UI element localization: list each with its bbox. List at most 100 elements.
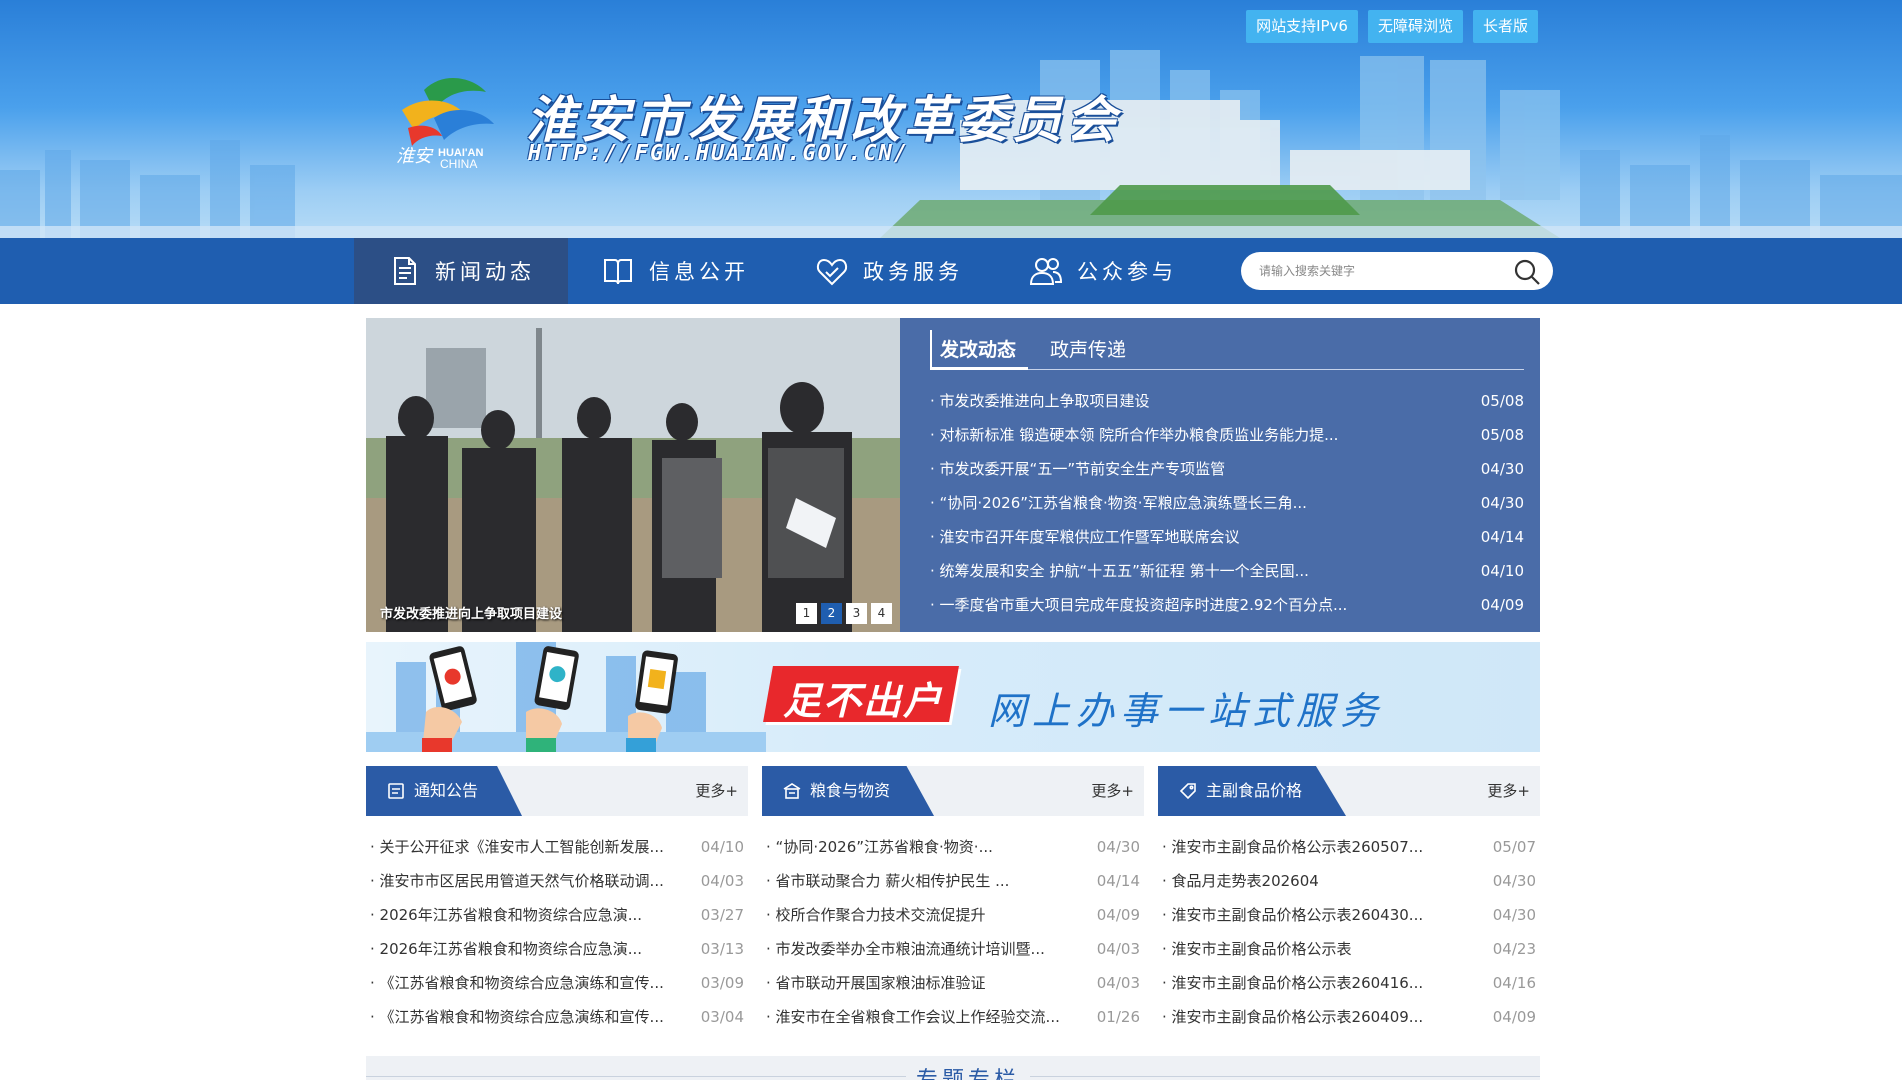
column-title-label: 通知公告 — [414, 781, 479, 800]
news-date: 04/09 — [1480, 596, 1524, 614]
item-title: 市发改委举办全市粮油流通统计培训暨... — [766, 932, 1045, 966]
item-title: 关于公开征求《淮安市人工智能创新发展... — [370, 830, 664, 864]
slide-dot[interactable]: 4 — [871, 603, 892, 624]
item-title: 淮安市主副食品价格公示表260507... — [1162, 830, 1424, 864]
slide-caption: 市发改委推进向上争取项目建设 — [380, 607, 563, 622]
item-title: 淮安市主副食品价格公示表 — [1162, 932, 1352, 966]
list-item[interactable]: 淮安市主副食品价格公示表260416... 04/16 — [1158, 966, 1540, 1000]
column-food-prices: 主副食品价格 更多+ 淮安市主副食品价格公示表260507... 05/07 食品… — [1158, 766, 1540, 1056]
item-date: 04/16 — [1492, 974, 1536, 992]
more-link[interactable]: 更多+ — [1487, 766, 1530, 816]
list-item[interactable]: 淮安市主副食品价格公示表 04/23 — [1158, 932, 1540, 966]
slide-photo[interactable] — [366, 318, 900, 632]
nav-item-gov-service[interactable]: 政务服务 — [782, 238, 996, 304]
main-content: 市发改委推进向上争取项目建设 1 2 3 4 发改动态 政声传递 市发改委推进向… — [352, 304, 1554, 1080]
price-tag-icon — [1179, 783, 1196, 800]
tab-gov-voice[interactable]: 政声传递 — [1038, 330, 1138, 370]
list-item[interactable]: 对标新标准 锻造硬本领 院所合作举办粮食质监业务能力提... 05/08 — [930, 418, 1524, 452]
slide-dot[interactable]: 1 — [796, 603, 817, 624]
list-item[interactable]: 2026年江苏省粮食和物资综合应急演... 03/13 — [366, 932, 748, 966]
nav-item-label: 信息公开 — [649, 260, 749, 284]
item-title: “协同·2026”江苏省粮食·物资·... — [766, 830, 993, 864]
nav-item-public[interactable]: 公众参与 — [996, 238, 1210, 304]
list-item[interactable]: 《江苏省粮食和物资综合应急演练和宣传... 03/04 — [366, 1000, 748, 1034]
search-icon[interactable] — [1513, 258, 1541, 286]
list-item[interactable]: 2026年江苏省粮食和物资综合应急演... 03/27 — [366, 898, 748, 932]
list-item[interactable]: 淮安市在全省粮食工作会议上作经验交流... 01/26 — [762, 1000, 1144, 1034]
nav-item-news[interactable]: 新闻动态 — [354, 238, 568, 304]
item-date: 04/30 — [1492, 906, 1536, 924]
accessibility-button[interactable]: 无障碍浏览 — [1367, 10, 1463, 43]
list-item[interactable]: 统筹发展和安全 护航“十五五”新征程 第十一个全民国... 04/10 — [930, 554, 1524, 588]
news-date: 04/30 — [1480, 460, 1524, 478]
tab-reform-news[interactable]: 发改动态 — [930, 330, 1029, 370]
item-date: 04/30 — [1096, 838, 1140, 856]
news-title: 一季度省市重大项目完成年度投资超序时进度2.92个百分点... — [930, 588, 1348, 622]
item-date: 04/03 — [1096, 940, 1140, 958]
item-date: 04/03 — [700, 872, 744, 890]
nav-item-label: 政务服务 — [863, 260, 963, 284]
list-item[interactable]: 《江苏省粮食和物资综合应急演练和宣传... 03/09 — [366, 966, 748, 1000]
list-item[interactable]: 淮安市召开年度军粮供应工作暨军地联席会议 04/14 — [930, 520, 1524, 554]
news-title: 统筹发展和安全 护航“十五五”新征程 第十一个全民国... — [930, 554, 1309, 588]
list-item[interactable]: 市发改委开展“五一”节前安全生产专项监管 04/30 — [930, 452, 1524, 486]
photo-slider[interactable]: 市发改委推进向上争取项目建设 1 2 3 4 — [366, 318, 900, 632]
site-url: HTTP://FGW.HUAIAN.GOV.CN/ — [528, 141, 910, 166]
main-nav: 新闻动态 信息公开 政务服务 公众参与 — [0, 238, 1902, 304]
list-item[interactable]: 食品月走势表202604 04/30 — [1158, 864, 1540, 898]
nav-item-info-open[interactable]: 信息公开 — [568, 238, 782, 304]
people-icon — [1029, 258, 1063, 285]
list-item[interactable]: 市发改委举办全市粮油流通统计培训暨... 04/03 — [762, 932, 1144, 966]
more-link[interactable]: 更多+ — [695, 766, 738, 816]
list-item[interactable]: 省市联动聚合力 薪火相传护民生 ... 04/14 — [762, 864, 1144, 898]
column-title[interactable]: 主副食品价格 — [1158, 766, 1347, 816]
item-date: 04/30 — [1492, 872, 1536, 890]
granary-icon — [783, 783, 801, 799]
handshake-heart-icon — [816, 258, 848, 286]
news-doc-icon — [394, 257, 416, 285]
item-date: 04/14 — [1096, 872, 1140, 890]
list-item[interactable]: 淮安市主副食品价格公示表260430... 04/30 — [1158, 898, 1540, 932]
list-item[interactable]: “协同·2026”江苏省粮食·物资·军粮应急演练暨长三角... 04/30 — [930, 486, 1524, 520]
item-title: 《江苏省粮食和物资综合应急演练和宣传... — [370, 1000, 664, 1034]
online-service-banner[interactable]: 足不出户 网上办事一站式服务 — [366, 642, 1540, 752]
slide-dot-active[interactable]: 2 — [821, 603, 842, 624]
column-header: 粮食与物资 更多+ — [762, 766, 1144, 816]
column-list: 关于公开征求《淮安市人工智能创新发展... 04/10 淮安市市区居民用管道天然气… — [366, 830, 748, 1034]
slide-dot[interactable]: 3 — [846, 603, 867, 624]
more-link[interactable]: 更多+ — [1091, 766, 1134, 816]
list-item[interactable]: 淮安市市区居民用管道天然气价格联动调... 04/03 — [366, 864, 748, 898]
list-item[interactable]: 校所合作聚合力技术交流促提升 04/09 — [762, 898, 1144, 932]
list-item[interactable]: 淮安市主副食品价格公示表260507... 05/07 — [1158, 830, 1540, 864]
list-item[interactable]: 关于公开征求《淮安市人工智能创新发展... 04/10 — [366, 830, 748, 864]
column-title-label: 粮食与物资 — [810, 781, 891, 800]
ipv6-support-button[interactable]: 网站支持IPv6 — [1246, 10, 1358, 43]
column-header: 主副食品价格 更多+ — [1158, 766, 1540, 816]
item-title: 淮安市在全省粮食工作会议上作经验交流... — [766, 1000, 1060, 1034]
nav-item-label: 公众参与 — [1077, 260, 1177, 284]
svg-text:淮安: 淮安 — [396, 146, 434, 167]
slide-dots: 1 2 3 4 — [796, 603, 892, 624]
list-item[interactable]: “协同·2026”江苏省粮食·物资·... 04/30 — [762, 830, 1144, 864]
item-title: 校所合作聚合力技术交流促提升 — [766, 898, 986, 932]
search-input[interactable] — [1259, 260, 1509, 282]
column-title[interactable]: 通知公告 — [366, 766, 523, 816]
item-title: 淮安市主副食品价格公示表260416... — [1162, 966, 1424, 1000]
list-item[interactable]: 省市联动开展国家粮油标准验证 04/03 — [762, 966, 1144, 1000]
special-topics-title[interactable]: 专题专栏 — [906, 1062, 1031, 1080]
list-item[interactable]: 市发改委推进向上争取项目建设 05/08 — [930, 384, 1524, 418]
list-item[interactable]: 淮安市主副食品价格公示表260409... 04/09 — [1158, 1000, 1540, 1034]
elder-version-button[interactable]: 长者版 — [1472, 10, 1538, 43]
item-date: 04/09 — [1096, 906, 1140, 924]
huaian-logo-icon[interactable]: 淮安 HUAI'AN CHINA — [394, 70, 498, 170]
list-item[interactable]: 一季度省市重大项目完成年度投资超序时进度2.92个百分点... 04/09 — [930, 588, 1524, 622]
column-title[interactable]: 粮食与物资 — [762, 766, 935, 816]
item-title: 2026年江苏省粮食和物资综合应急演... — [370, 932, 642, 966]
item-date: 03/09 — [700, 974, 744, 992]
item-date: 05/07 — [1492, 838, 1536, 856]
nav-items: 新闻动态 信息公开 政务服务 公众参与 — [354, 238, 1210, 304]
svg-text:CHINA: CHINA — [440, 157, 477, 170]
news-panel: 发改动态 政声传递 市发改委推进向上争取项目建设 05/08 对标新标准 锻造硬本… — [900, 318, 1540, 632]
news-title: 对标新标准 锻造硬本领 院所合作举办粮食质监业务能力提... — [930, 418, 1339, 452]
item-title: 2026年江苏省粮食和物资综合应急演... — [370, 898, 642, 932]
